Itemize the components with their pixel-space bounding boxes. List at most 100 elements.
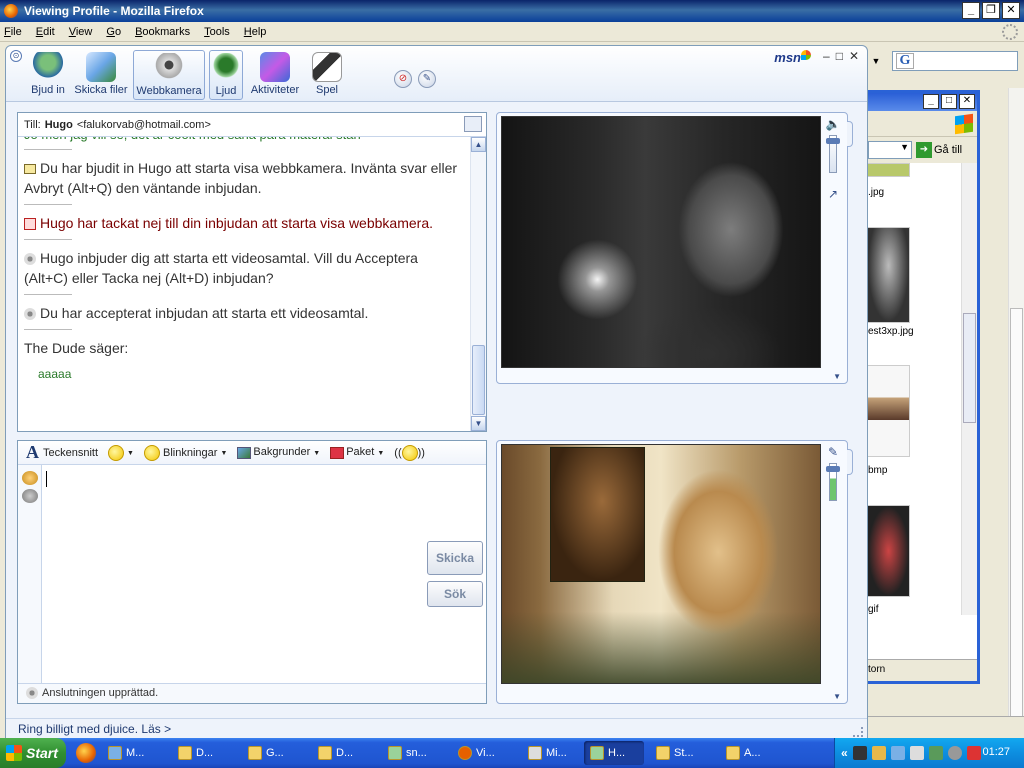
handwriting-icon[interactable]	[21, 471, 38, 485]
taskbar-item[interactable]: Vi...	[452, 741, 516, 765]
conversation-scroll-thumb[interactable]	[472, 345, 485, 415]
restore-button[interactable]: ❐	[982, 2, 1000, 19]
invite-button[interactable]: Bjud in	[28, 50, 68, 100]
msn-maximize-button[interactable]: □	[836, 49, 843, 63]
tray-app-icon[interactable]	[928, 746, 943, 760]
send-files-button[interactable]: Skicka filer	[72, 50, 130, 100]
send-button[interactable]: Skicka	[427, 541, 483, 575]
microphone-icon[interactable]: ✎	[825, 445, 841, 459]
explorer-scrollbar[interactable]	[961, 163, 977, 615]
menu-edit[interactable]: Edit	[36, 26, 55, 38]
cropped-message: Jo men jag vill se, det är coolt med sän…	[24, 137, 464, 145]
scroll-up-icon[interactable]: ▲	[471, 137, 486, 152]
minimize-button[interactable]: _	[962, 2, 980, 19]
background-button[interactable]: Bakgrunder ▼	[237, 446, 320, 459]
search-engine-icon[interactable]: G	[896, 53, 914, 69]
system-menu-icon[interactable]: ⊙	[10, 50, 22, 62]
file-thumbnail[interactable]	[868, 227, 910, 323]
search-button[interactable]: Sök	[427, 581, 483, 607]
tray-app-icon[interactable]	[947, 746, 962, 760]
go-button[interactable]: ➜ Gå till	[916, 142, 962, 158]
audio-button[interactable]: Ljud	[209, 50, 243, 100]
mic-knob[interactable]	[826, 466, 840, 472]
wink-button[interactable]: Blinkningar ▼	[143, 444, 227, 461]
resize-grip[interactable]	[853, 727, 863, 737]
panel-collapse-tab[interactable]	[847, 449, 853, 475]
font-button[interactable]: Teckensnitt	[43, 447, 98, 459]
conversation-pane: Till: Hugo <falukorvab@hotmail.com> Jo m…	[17, 112, 487, 432]
file-name[interactable]: gif	[868, 604, 879, 615]
file-name[interactable]: bmp	[868, 465, 887, 476]
speaker-volume-slider[interactable]	[826, 135, 840, 173]
webcam-button[interactable]: Webbkamera	[133, 50, 205, 100]
file-thumbnail[interactable]	[868, 365, 910, 457]
remote-video[interactable]	[501, 116, 821, 368]
menu-bookmarks[interactable]: Bookmarks	[135, 26, 190, 38]
tray-app-icon[interactable]	[871, 746, 886, 760]
taskbar-item[interactable]: G...	[242, 741, 306, 765]
taskbar-item-active[interactable]: H...	[584, 741, 644, 765]
popout-icon[interactable]: ↗	[825, 187, 841, 201]
file-thumbnail[interactable]	[868, 163, 910, 177]
conversation-scrollbar[interactable]: ▲ ▼	[470, 137, 486, 431]
taskbar-item[interactable]: D...	[172, 741, 236, 765]
page-scroll-thumb[interactable]	[1010, 308, 1023, 718]
activities-button[interactable]: Aktiviteter	[246, 50, 304, 100]
local-video[interactable]	[501, 444, 821, 684]
speaker-icon[interactable]: 🔈	[825, 117, 841, 131]
invite-icon	[33, 52, 63, 82]
taskbar-item[interactable]: sn...	[382, 741, 446, 765]
paint-icon[interactable]: ✎	[418, 70, 436, 88]
msn-minimize-button[interactable]: –	[823, 49, 830, 63]
clock[interactable]: 01:27	[982, 746, 1010, 758]
ad-banner[interactable]: Ring billigt med djuice. Läs >	[6, 718, 867, 739]
panel-collapse-tab[interactable]	[847, 121, 853, 147]
taskbar-item[interactable]: A...	[720, 741, 776, 765]
file-thumbnail[interactable]	[868, 505, 910, 597]
tray-app-icon[interactable]	[909, 746, 924, 760]
search-box[interactable]: G	[892, 51, 1018, 71]
menu-file[interactable]: File	[4, 26, 22, 38]
contact-card-icon[interactable]	[464, 116, 482, 132]
chevron-down-icon[interactable]: ▼	[868, 53, 884, 69]
emoticon-button[interactable]: ▼	[108, 444, 134, 461]
address-dropdown[interactable]: ▼	[868, 141, 912, 159]
tray-app-icon[interactable]	[890, 746, 905, 760]
message-input[interactable]	[44, 467, 424, 657]
microphone-level-slider[interactable]	[826, 463, 840, 501]
webcam-small-icon	[24, 308, 36, 321]
block-icon[interactable]: ⊘	[394, 70, 412, 88]
scroll-down-icon[interactable]: ▼	[471, 416, 486, 431]
taskbar-item[interactable]: D...	[312, 741, 376, 765]
taskbar-item[interactable]: Mi...	[522, 741, 578, 765]
firefox-quicklaunch-icon[interactable]	[76, 743, 96, 763]
explorer-close-button[interactable]: ✕	[959, 94, 975, 109]
file-name[interactable]: .jpg	[868, 187, 884, 198]
tray-app-icon[interactable]	[852, 746, 867, 760]
chevron-down-icon[interactable]: ▼	[833, 372, 841, 381]
menu-tools[interactable]: Tools	[204, 26, 230, 38]
pack-button[interactable]: Paket ▼	[330, 446, 384, 459]
taskbar-item[interactable]: M...	[102, 741, 166, 765]
page-scrollbar[interactable]	[1008, 88, 1024, 718]
scroll-thumb[interactable]	[963, 313, 976, 423]
volume-knob[interactable]	[826, 138, 840, 144]
voice-clip-icon[interactable]	[21, 489, 38, 503]
start-button[interactable]: Start	[0, 738, 66, 768]
menu-go[interactable]: Go	[106, 26, 121, 38]
tray-app-icon[interactable]	[966, 746, 981, 760]
explorer-minimize-button[interactable]: _	[923, 94, 939, 109]
games-button[interactable]: Spel	[308, 50, 346, 100]
menu-help[interactable]: Help	[244, 26, 267, 38]
msn-close-button[interactable]: ✕	[849, 49, 859, 63]
menu-view[interactable]: View	[69, 26, 93, 38]
chevron-down-icon[interactable]: ▼	[833, 692, 841, 701]
contact-name[interactable]: Hugo	[45, 119, 73, 131]
tray-expand-icon[interactable]: «	[841, 746, 848, 760]
file-name[interactable]: est3xp.jpg	[868, 326, 914, 337]
msn-icon	[108, 746, 122, 760]
explorer-maximize-button[interactable]: □	[941, 94, 957, 109]
nudge-button[interactable]: (())	[394, 444, 425, 461]
taskbar-item[interactable]: St...	[650, 741, 714, 765]
close-button[interactable]: ✕	[1002, 2, 1020, 19]
